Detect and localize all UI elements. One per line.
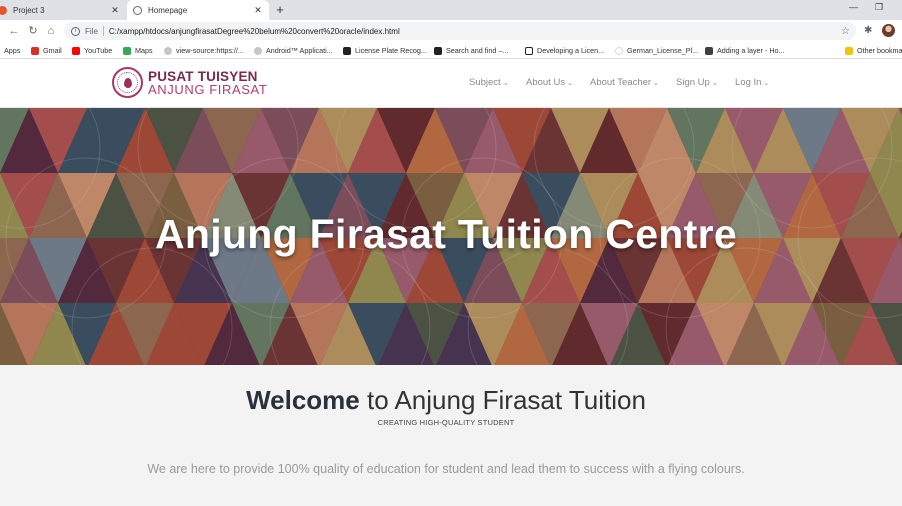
menu-label: Subject <box>469 77 501 88</box>
address-divider <box>102 26 104 36</box>
minimize-icon[interactable]: — <box>849 2 858 12</box>
folder-icon <box>845 46 853 55</box>
bookmark-label: Apps <box>4 46 21 55</box>
logo-line-2[interactable]: ANJUNG FIRASAT <box>148 82 267 97</box>
maps-icon <box>123 46 131 55</box>
site-icon <box>434 46 442 55</box>
bookmark-developing[interactable]: Developing a Licen... <box>525 45 604 56</box>
menu-log-in[interactable]: Log In ⌄ <box>735 77 769 88</box>
bookmark-apps[interactable]: Apps <box>4 45 20 56</box>
reload-icon[interactable]: ↻ <box>26 24 40 38</box>
site-icon <box>343 46 351 55</box>
bookmark-youtube[interactable]: YouTube <box>72 45 112 56</box>
scheme-label: File <box>85 26 98 36</box>
tab-title: Project 3 <box>13 5 45 15</box>
bookmark-view-source[interactable]: view-source:https://... <box>164 45 244 56</box>
menu-subject[interactable]: Subject ⌄ <box>469 77 509 88</box>
bookmarks-bar: Apps Gmail YouTube Maps view-source:http… <box>0 42 902 58</box>
bookmark-other[interactable]: Other bookma <box>845 45 902 56</box>
hero-title: Anjung Firasat Tuition Centre <box>155 211 737 257</box>
bookmark-label: Android™ Applicati... <box>266 46 333 55</box>
menu-about-teacher[interactable]: About Teacher ⌄ <box>590 77 659 88</box>
chevron-down-icon: ⌄ <box>502 80 509 87</box>
new-tab-button[interactable]: + <box>273 3 287 17</box>
welcome-bold: Welcome <box>246 385 360 415</box>
bookmark-label: view-source:https://... <box>176 46 244 55</box>
globe-icon <box>615 46 623 55</box>
chevron-down-icon: ⌄ <box>763 80 770 87</box>
logo-icon[interactable] <box>112 67 143 98</box>
bookmark-gmail[interactable]: Gmail <box>31 45 62 56</box>
bookmark-label: YouTube <box>84 46 113 55</box>
bookmark-label: German_License_Pl... <box>627 46 699 55</box>
bookmark-label: Other bookma <box>857 46 902 55</box>
bookmark-adding-layer[interactable]: Adding a layer - Ho... <box>705 45 785 56</box>
chevron-down-icon: ⌄ <box>567 80 573 87</box>
tagline: CREATING HIGH-QUALITY STUDENT <box>377 418 515 427</box>
menu-sign-up[interactable]: Sign Up ⌄ <box>676 77 718 88</box>
restore-icon[interactable]: ❐ <box>875 2 883 13</box>
url-text[interactable]: C:/xampp/htdocs/anjungfirasatDegree%20be… <box>109 27 841 36</box>
menu-label: About Teacher <box>590 77 652 88</box>
hero-banner: Anjung Firasat Tuition Centre <box>0 108 902 365</box>
back-icon[interactable]: ← <box>7 24 21 38</box>
mission-text: We are here to provide 100% quality of e… <box>147 462 745 476</box>
tab-project-3[interactable]: Project 3 ✕ <box>0 0 126 20</box>
gmail-icon <box>31 46 39 55</box>
welcome-heading: Welcome to Anjung Firasat Tuition <box>0 385 892 416</box>
tab-homepage[interactable]: Homepage ✕ <box>127 0 269 20</box>
bookmark-label: Maps <box>135 46 153 55</box>
globe-icon <box>133 5 142 15</box>
bookmark-search-find[interactable]: Search and find –... <box>434 45 508 56</box>
logo-ring <box>117 72 138 93</box>
home-icon[interactable]: ⌂ <box>44 24 58 38</box>
bookmark-label: Search and find –... <box>446 46 509 55</box>
site-icon <box>705 46 713 55</box>
bookmark-label: Gmail <box>43 46 62 55</box>
globe-icon <box>164 46 172 55</box>
menu-label: About Us <box>526 77 566 88</box>
chevron-down-icon: ⌄ <box>711 80 718 87</box>
bookmark-label: Adding a layer - Ho... <box>717 46 785 55</box>
browser-tabstrip: Project 3 ✕ Homepage ✕ + — ❐ <box>0 0 902 20</box>
menu-label: Sign Up <box>676 77 710 88</box>
youtube-icon <box>72 46 80 55</box>
chevron-down-icon: ⌄ <box>653 80 659 87</box>
bookmark-german-license[interactable]: German_License_Pl... <box>615 45 698 56</box>
site-header: PUSAT TUISYEN ANJUNG FIRASAT Subject ⌄ Ab… <box>0 59 902 108</box>
extensions-icon[interactable]: ✱ <box>864 25 872 36</box>
address-bar[interactable]: i File C:/xampp/htdocs/anjungfirasatDegr… <box>64 22 856 40</box>
info-icon[interactable]: i <box>71 26 80 36</box>
close-icon[interactable]: ✕ <box>110 5 120 16</box>
browser-toolbar: ← ↻ ⌂ i File C:/xampp/htdocs/anjungfiras… <box>0 20 902 42</box>
globe-icon <box>254 46 262 55</box>
bookmark-label: License Plate Recog... <box>355 46 427 55</box>
menu-label: Log In <box>735 77 762 88</box>
logo-drop <box>123 77 132 88</box>
profile-avatar[interactable] <box>882 24 895 37</box>
bookmark-label: Developing a Licen... <box>537 46 605 55</box>
bookmark-android[interactable]: Android™ Applicati... <box>254 45 333 56</box>
bookmark-maps[interactable]: Maps <box>123 45 153 56</box>
menu-about-us[interactable]: About Us ⌄ <box>526 77 573 88</box>
welcome-rest: to Anjung Firasat Tuition <box>359 385 646 415</box>
tab-title: Homepage <box>148 5 188 15</box>
bookmark-star-icon[interactable]: ☆ <box>841 26 850 37</box>
tab-favicon-icon <box>0 5 7 15</box>
close-icon[interactable]: ✕ <box>253 5 263 16</box>
bookmark-license-plate[interactable]: License Plate Recog... <box>343 45 427 56</box>
site-s-icon <box>525 46 533 55</box>
